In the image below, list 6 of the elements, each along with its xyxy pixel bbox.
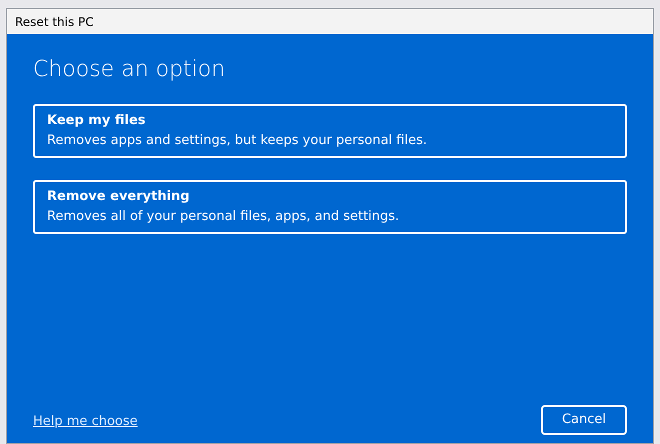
window-title: Reset this PC [15,14,94,30]
help-link[interactable]: Help me choose [33,412,138,431]
option-button[interactable]: Keep my files Removes apps and settings, but keeps your personal files. [33,104,627,158]
cancel-button[interactable]: Cancel [541,405,627,435]
dialog-heading: Choose an option [33,56,226,84]
option-button[interactable]: Remove everything Removes all of your personal files, apps, and settings. [33,180,627,234]
